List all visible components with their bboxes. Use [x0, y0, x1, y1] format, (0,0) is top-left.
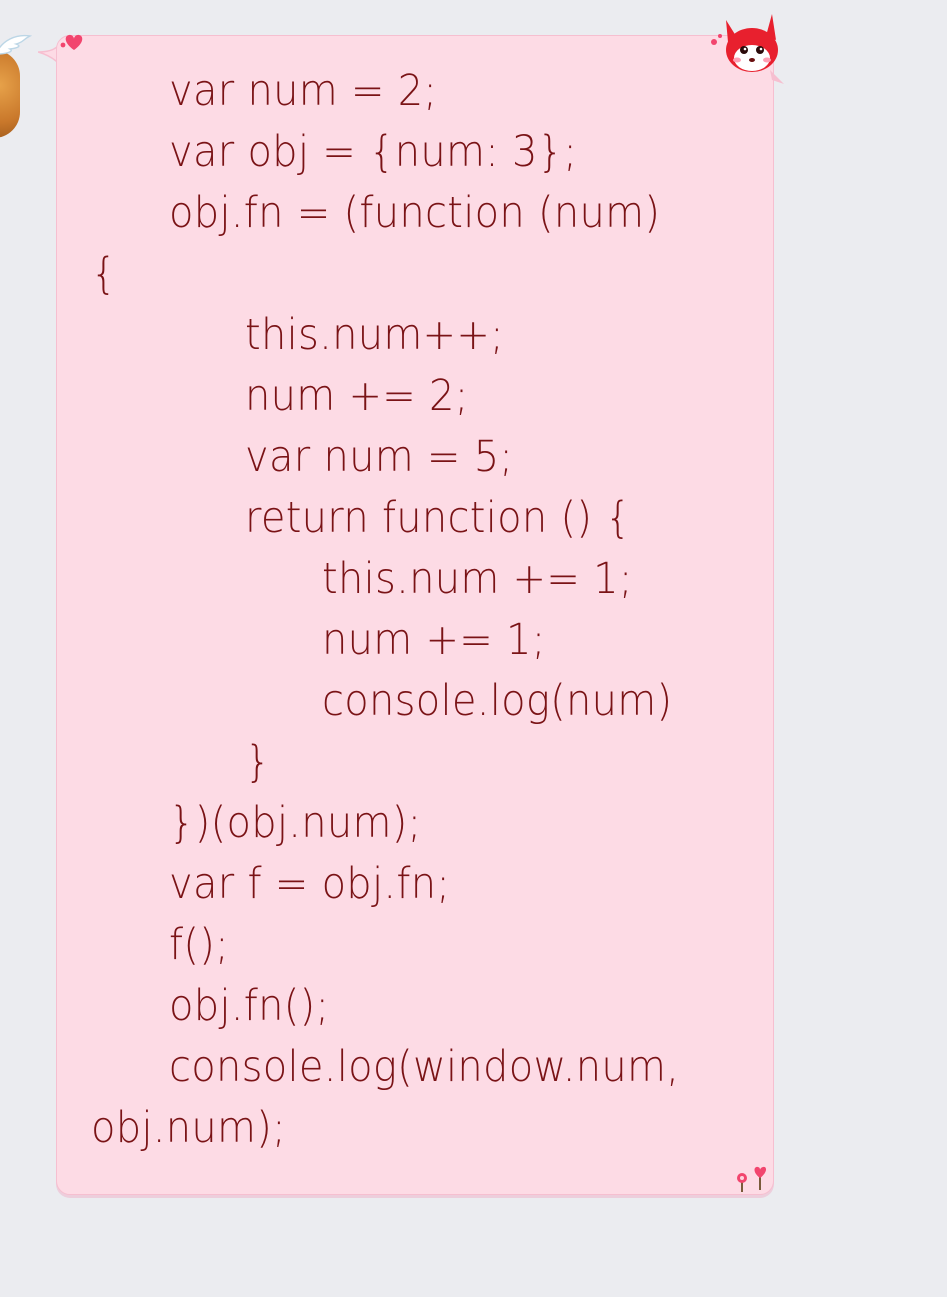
red-fox-sticker-icon [711, 14, 784, 84]
message-bubble[interactable]: var num = 2; var obj = {num: 3}; obj.fn … [56, 35, 774, 1195]
code-line: obj.num); [91, 1103, 286, 1153]
code-line: num += 2; [245, 371, 469, 421]
code-line: var f = obj.fn; [169, 859, 451, 909]
code-line: var num = 2; [169, 66, 438, 116]
code-line: var num = 5; [245, 432, 514, 482]
code-line: var obj = {num: 3}; [169, 127, 578, 177]
heart-icon [60, 34, 83, 50]
code-line: { [91, 249, 117, 299]
code-line: console.log(window.num, [169, 1042, 680, 1092]
code-line: obj.fn = (function (num) [169, 188, 661, 238]
code-line: obj.fn(); [169, 981, 330, 1031]
code-line: console.log(num) [322, 676, 673, 726]
code-line: return function () { [245, 493, 631, 543]
code-line: } [245, 737, 271, 787]
code-line: f(); [169, 920, 229, 970]
flowers-icon [737, 1166, 767, 1192]
code-line: this.num += 1; [322, 554, 633, 604]
code-line: this.num++; [245, 310, 504, 360]
angel-wing-icon [0, 34, 32, 55]
code-line: num += 1; [322, 615, 546, 665]
code-line: })(obj.num); [169, 798, 422, 848]
avatar[interactable] [0, 50, 20, 138]
